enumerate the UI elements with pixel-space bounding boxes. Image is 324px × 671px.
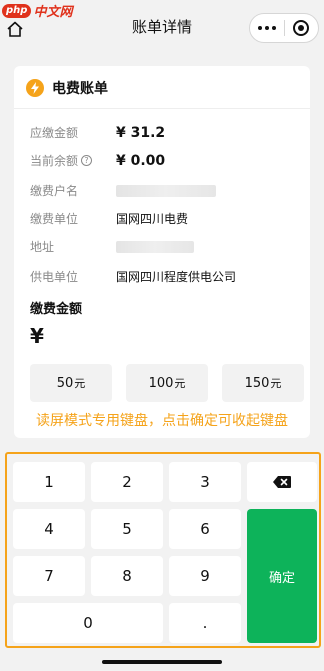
row-label: 应缴金额: [30, 126, 79, 140]
key-5[interactable]: 5: [91, 509, 163, 549]
amount-heading: 缴费金额: [30, 302, 83, 317]
key-dot[interactable]: .: [169, 603, 241, 643]
row-balance: 当前余额 ? ¥ 0.00: [30, 152, 165, 169]
preset-50-button[interactable]: 50 元: [30, 364, 112, 402]
row-label: 地址: [30, 240, 55, 254]
logo-php-badge: php: [2, 3, 32, 18]
more-button[interactable]: [250, 14, 284, 42]
row-label: 当前余额 ?: [30, 152, 116, 169]
payee-value: 国网四川电费: [116, 212, 189, 226]
row-supplier: 供电单位 国网四川程度供电公司: [30, 268, 236, 285]
preset-amounts: 50 元 100 元 150 元: [30, 364, 304, 402]
logo-text: 中文网: [33, 5, 73, 20]
numeric-keyboard: 1 2 3 4 5 6 确定 7 8 9 0 .: [5, 452, 321, 648]
row-label: 缴费户名: [30, 184, 79, 198]
site-logo: php 中文网: [2, 1, 72, 20]
backspace-icon: [273, 476, 291, 488]
row-amount-due: 应缴金额 ¥ 31.2: [30, 124, 165, 141]
row-address: 地址: [30, 238, 194, 255]
preset-100-button[interactable]: 100 元: [126, 364, 208, 402]
key-3[interactable]: 3: [169, 462, 241, 502]
key-7[interactable]: 7: [13, 556, 85, 596]
close-button[interactable]: [285, 14, 318, 42]
preset-150-button[interactable]: 150 元: [222, 364, 304, 402]
help-icon[interactable]: ?: [81, 155, 93, 166]
row-label: 缴费单位: [30, 212, 79, 226]
home-indicator: [102, 660, 222, 664]
preset-value: 150: [244, 375, 270, 391]
close-target-icon: [293, 20, 310, 36]
balance-label: 当前余额: [30, 154, 79, 168]
backspace-key[interactable]: [247, 462, 317, 502]
more-icon: [258, 26, 276, 30]
balance-value: ¥ 0.00: [116, 152, 166, 169]
preset-unit: 元: [174, 377, 186, 390]
key-8[interactable]: 8: [91, 556, 163, 596]
preset-value: 100: [148, 375, 174, 391]
key-2[interactable]: 2: [91, 462, 163, 502]
row-account-name: 缴费户名: [30, 182, 216, 199]
preset-value: 50: [56, 375, 74, 391]
preset-unit: 元: [74, 377, 86, 390]
mini-program-capsule: [249, 13, 319, 43]
card-title: 电费账单: [52, 81, 108, 97]
amount-input[interactable]: ¥: [30, 324, 44, 348]
masked-account-name: [116, 184, 216, 197]
key-6[interactable]: 6: [169, 509, 241, 549]
key-4[interactable]: 4: [13, 509, 85, 549]
supplier-value: 国网四川程度供电公司: [116, 270, 237, 284]
confirm-button[interactable]: 确定: [247, 509, 317, 643]
card-divider: [14, 108, 310, 109]
preset-unit: 元: [270, 377, 282, 390]
card-header: 电费账单: [26, 78, 108, 98]
key-0[interactable]: 0: [13, 603, 163, 643]
key-9[interactable]: 9: [169, 556, 241, 596]
masked-address: [116, 240, 194, 253]
row-payee: 缴费单位 国网四川电费: [30, 210, 188, 227]
amount-due-value: ¥ 31.2: [116, 124, 166, 141]
row-label: 供电单位: [30, 270, 79, 284]
keyboard-hint: 读屏模式专用键盘，点击确定可收起键盘: [36, 413, 288, 429]
key-1[interactable]: 1: [13, 462, 85, 502]
lightning-icon: [26, 79, 44, 97]
